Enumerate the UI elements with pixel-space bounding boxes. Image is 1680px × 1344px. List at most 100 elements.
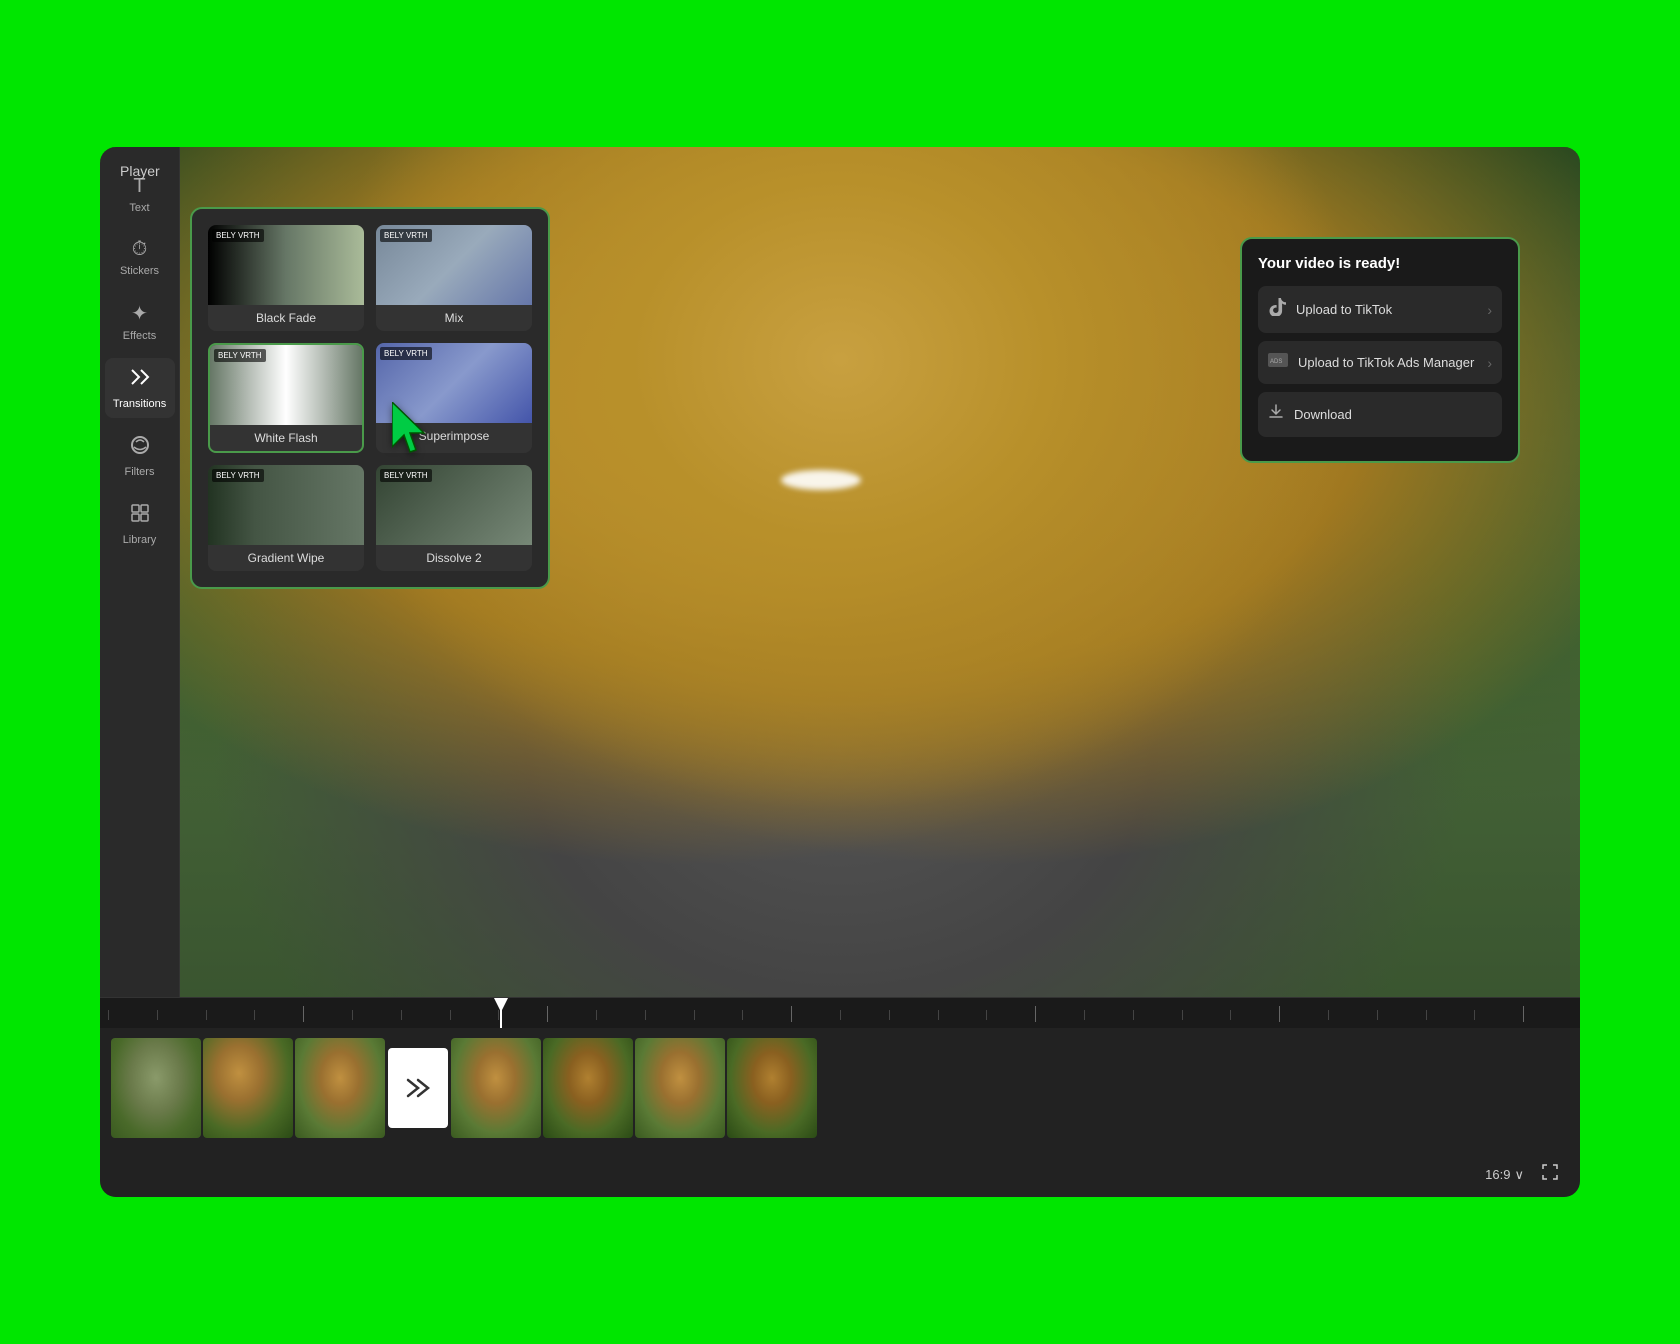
video-thumb-7: [727, 1038, 817, 1138]
sidebar-item-library[interactable]: Library: [105, 494, 175, 554]
tick-15: [791, 1006, 840, 1022]
transition-name-dissolve-2: Dissolve 2: [376, 545, 532, 571]
tiktok-ads-icon: ADS: [1268, 353, 1288, 372]
tick-23: [1182, 1010, 1231, 1020]
popup-title: Your video is ready!: [1258, 255, 1502, 272]
smile-highlight: [781, 470, 861, 490]
transition-card-dissolve-2[interactable]: BELY VRTH Dissolve 2: [376, 465, 532, 571]
sidebar-item-stickers-label: Stickers: [120, 265, 159, 277]
video-thumb-1: [111, 1038, 201, 1138]
sidebar-item-stickers[interactable]: ⏱ Stickers: [105, 230, 175, 285]
timeline-ruler: [100, 998, 1580, 1028]
transition-name-white-flash: White Flash: [210, 425, 362, 451]
transition-thumb-gradient-wipe: BELY VRTH: [208, 465, 364, 545]
timeline-track[interactable]: [100, 1028, 1580, 1148]
upload-tiktok-label: Upload to TikTok: [1296, 302, 1392, 317]
library-icon: [129, 502, 151, 530]
upload-tiktok-ads-button[interactable]: ADS Upload to TikTok Ads Manager ›: [1258, 341, 1502, 384]
download-label: Download: [1294, 407, 1352, 422]
transition-card-mix[interactable]: BELY VRTH Mix: [376, 225, 532, 331]
transition-card-gradient-wipe[interactable]: BELY VRTH Gradient Wipe: [208, 465, 364, 571]
thumb-text-white-flash: BELY VRTH: [214, 349, 266, 362]
video-thumb-3: [295, 1038, 385, 1138]
tick-19: [986, 1010, 1035, 1020]
video-thumb-4: [451, 1038, 541, 1138]
transition-thumb-white-flash: BELY VRTH: [210, 345, 362, 425]
tick-24: [1230, 1010, 1279, 1020]
tick-26: [1328, 1010, 1377, 1020]
sidebar-item-filters-label: Filters: [125, 466, 155, 478]
sidebar-item-transitions-label: Transitions: [113, 398, 166, 410]
upload-tiktok-ads-label: Upload to TikTok Ads Manager: [1298, 355, 1474, 370]
video-thumb-6: [635, 1038, 725, 1138]
tick-10: [547, 1006, 596, 1022]
transition-card-black-fade[interactable]: BELY VRTH Black Fade: [208, 225, 364, 331]
tick-8: [450, 1010, 499, 1020]
transition-name-mix: Mix: [376, 305, 532, 331]
tick-13: [694, 1010, 743, 1020]
tick-6: [352, 1010, 401, 1020]
video-thumb-5: [543, 1038, 633, 1138]
tick-5: [303, 1006, 352, 1022]
stickers-icon: ⏱: [132, 238, 148, 261]
left-sidebar: T Text ⏱ Stickers ✦ Effects Transitions: [100, 147, 180, 997]
download-icon: [1268, 404, 1284, 425]
transition-thumb-dissolve-2: BELY VRTH: [376, 465, 532, 545]
thumb-text-gradient-wipe: BELY VRTH: [212, 469, 264, 482]
transition-thumb-black-fade: BELY VRTH: [208, 225, 364, 305]
tick-27: [1377, 1010, 1426, 1020]
thumb-text-black-fade: BELY VRTH: [212, 229, 264, 242]
tick-4: [254, 1010, 303, 1020]
upload-tiktok-ads-arrow: ›: [1487, 355, 1492, 371]
download-button[interactable]: Download: [1258, 392, 1502, 437]
tiktok-icon: [1268, 298, 1286, 321]
sidebar-item-text-label: Text: [129, 202, 149, 214]
tick-3: [206, 1010, 255, 1020]
tick-1: [108, 1010, 157, 1020]
sidebar-item-effects-label: Effects: [123, 330, 156, 342]
sidebar-item-effects[interactable]: ✦ Effects: [105, 293, 175, 350]
thumb-text-mix: BELY VRTH: [380, 229, 432, 242]
sidebar-item-library-label: Library: [123, 534, 157, 546]
tick-7: [401, 1010, 450, 1020]
fullscreen-button[interactable]: [1540, 1162, 1560, 1187]
tick-14: [742, 1010, 791, 1020]
sidebar-item-transitions[interactable]: Transitions: [105, 358, 175, 418]
transition-name-gradient-wipe: Gradient Wipe: [208, 545, 364, 571]
tick-18: [938, 1010, 987, 1020]
timeline-controls: 16:9 ∨: [1485, 1162, 1560, 1187]
video-ready-popup: Your video is ready! Upload to TikTok ›: [1240, 237, 1520, 463]
aspect-ratio-label: 16:9: [1485, 1167, 1510, 1182]
tick-20: [1035, 1006, 1084, 1022]
effects-icon: ✦: [131, 301, 148, 326]
tick-25: [1279, 1006, 1328, 1022]
cursor-arrow: [392, 402, 442, 467]
thumb-text-dissolve-2: BELY VRTH: [380, 469, 432, 482]
tick-17: [889, 1010, 938, 1020]
sidebar-item-filters[interactable]: Filters: [105, 426, 175, 486]
tick-29: [1474, 1010, 1523, 1020]
tick-12: [645, 1010, 694, 1020]
transition-thumb-mix: BELY VRTH: [376, 225, 532, 305]
tick-16: [840, 1010, 889, 1020]
tick-21: [1084, 1010, 1133, 1020]
filters-icon: [129, 434, 151, 462]
transition-card-white-flash[interactable]: BELY VRTH White Flash: [208, 343, 364, 453]
timeline-area: 16:9 ∨: [100, 997, 1580, 1197]
upload-tiktok-ads-left: ADS Upload to TikTok Ads Manager: [1268, 353, 1474, 372]
app-container: Player T Text ⏱ Stickers ✦ Effects: [100, 147, 1580, 1197]
transition-marker[interactable]: [388, 1048, 448, 1128]
transition-name-black-fade: Black Fade: [208, 305, 364, 331]
ruler-ticks: [100, 998, 1580, 1028]
player-label: Player: [120, 163, 160, 179]
upload-tiktok-button[interactable]: Upload to TikTok ›: [1258, 286, 1502, 333]
aspect-ratio-button[interactable]: 16:9 ∨: [1485, 1167, 1524, 1183]
upload-tiktok-arrow: ›: [1487, 302, 1492, 318]
tick-22: [1133, 1010, 1182, 1020]
tick-11: [596, 1010, 645, 1020]
tick-28: [1426, 1010, 1475, 1020]
video-thumb-2: [203, 1038, 293, 1138]
playhead-triangle: [494, 998, 508, 1012]
transitions-panel: BELY VRTH Black Fade BELY VRTH Mix BELY …: [190, 207, 550, 589]
upload-tiktok-left: Upload to TikTok: [1268, 298, 1392, 321]
